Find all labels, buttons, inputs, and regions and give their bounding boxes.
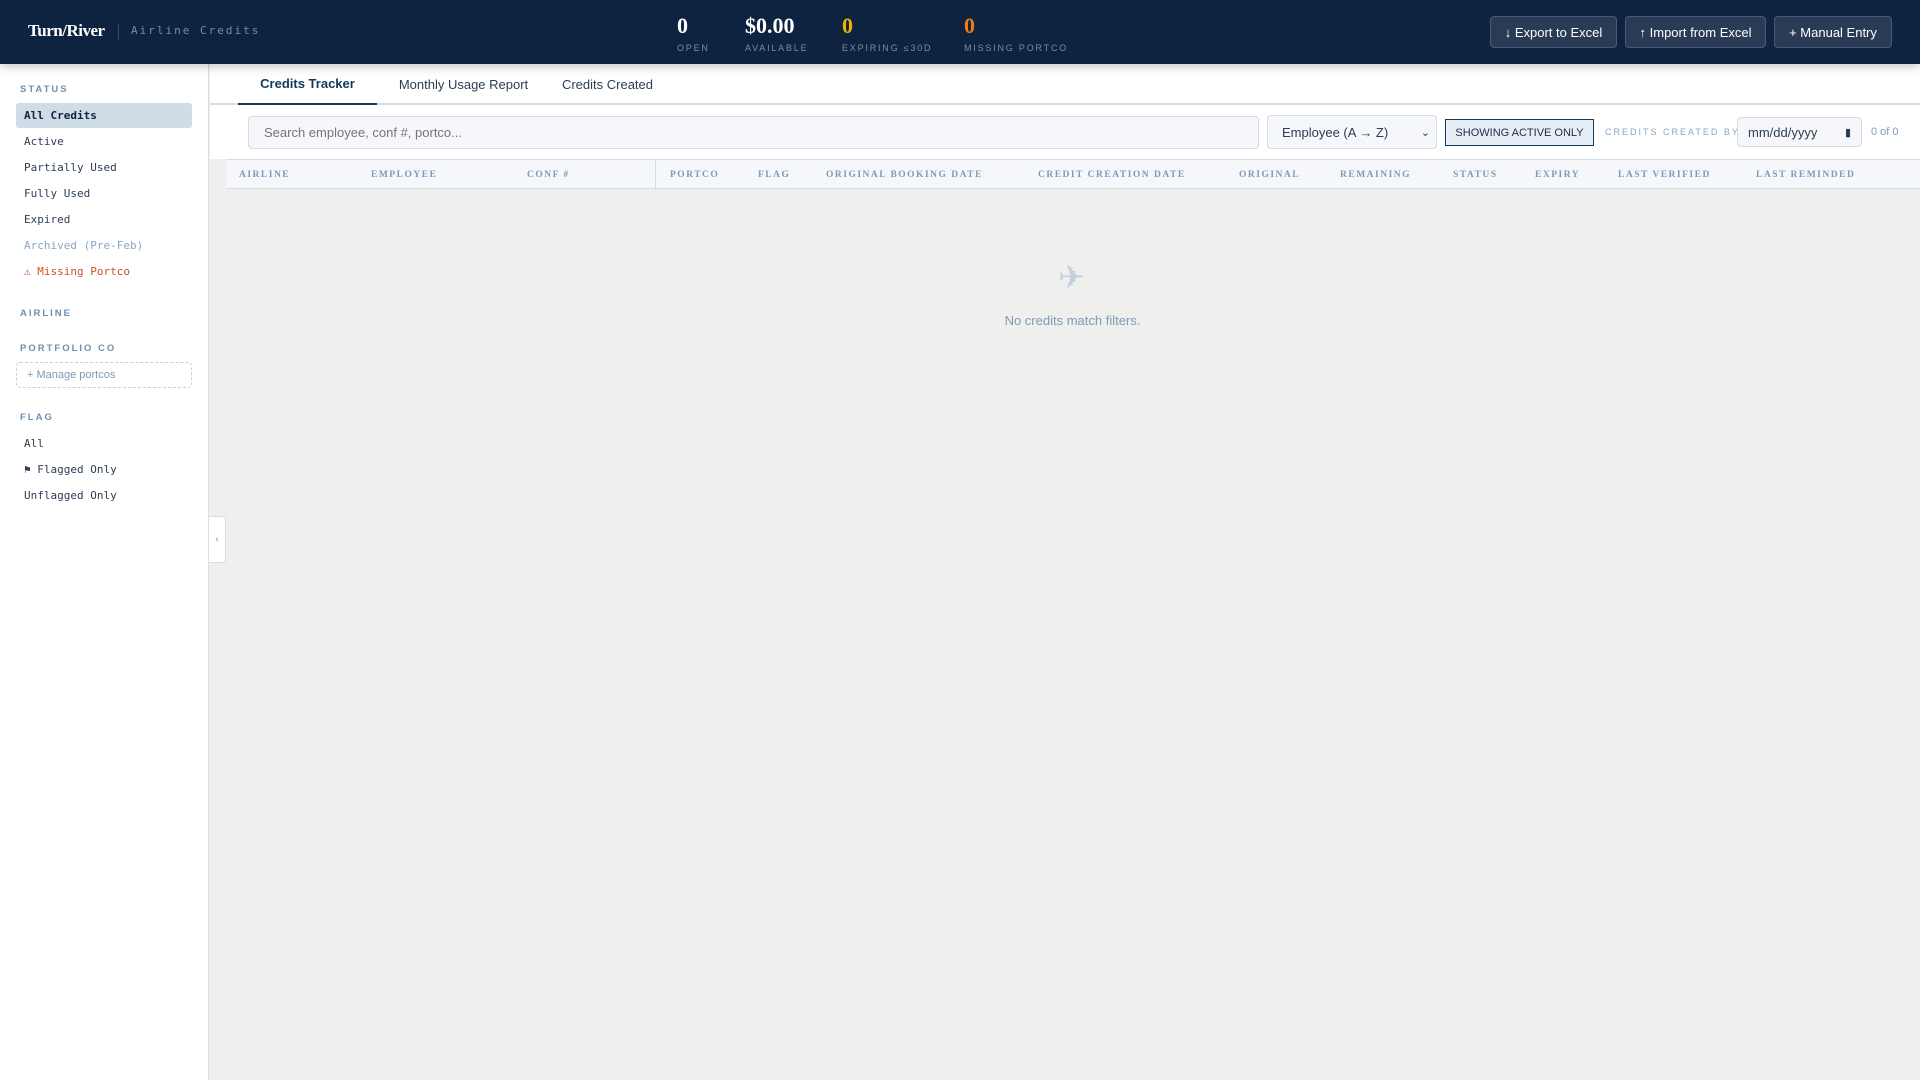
col-original-booking-date[interactable]: ORIGINAL BOOKING DATE — [826, 170, 983, 180]
filter-toolbar: Employee (A → Z) ⌄ SHOWING ACTIVE ONLY CR… — [210, 105, 1920, 159]
col-last-reminded[interactable]: LAST REMINDED — [1756, 170, 1855, 180]
col-last-verified[interactable]: LAST VERIFIED — [1618, 170, 1711, 180]
col-expiry[interactable]: EXPIRY — [1535, 170, 1580, 180]
stat-value: 0 — [677, 13, 688, 38]
app-header: Turn/River Airline Credits 0 OPEN $0.00 AV… — [0, 0, 1920, 64]
stat-open: 0 OPEN — [677, 13, 710, 54]
column-divider — [655, 160, 656, 189]
col-remaining[interactable]: REMAINING — [1340, 170, 1411, 180]
table-header: AIRLINE EMPLOYEE CONF # PORTCO FLAG ORIG… — [226, 159, 1920, 189]
col-portco[interactable]: PORTCO — [670, 170, 719, 180]
sort-value: Employee (A → Z) — [1282, 124, 1389, 140]
stat-expiring: 0 EXPIRING ≤30D — [842, 13, 933, 54]
export-excel-button[interactable]: ↓ Export to Excel — [1490, 16, 1617, 48]
col-conf[interactable]: CONF # — [527, 170, 570, 180]
stat-label: EXPIRING ≤30D — [842, 43, 933, 53]
date-input[interactable]: mm/dd/yyyy ▮ — [1737, 117, 1862, 147]
result-count: 0 of 0 — [1871, 126, 1899, 138]
app-subtitle: Airline Credits — [118, 24, 260, 40]
calendar-icon[interactable]: ▮ — [1845, 126, 1851, 139]
tab-bar: Credits Tracker Monthly Usage Report Cre… — [210, 64, 1920, 105]
col-credit-creation-date[interactable]: CREDIT CREATION DATE — [1038, 170, 1186, 180]
status-section-title: STATUS — [20, 84, 69, 95]
date-placeholder: mm/dd/yyyy — [1748, 124, 1818, 140]
stat-value: $0.00 — [745, 13, 795, 38]
created-by-label: CREDITS CREATED BY — [1605, 127, 1740, 137]
manual-entry-button[interactable]: + Manual Entry — [1774, 16, 1892, 48]
status-all-credits[interactable]: All Credits — [16, 103, 192, 128]
col-airline[interactable]: AIRLINE — [239, 170, 290, 180]
status-missing-portco[interactable]: ⚠ Missing Portco — [16, 259, 192, 284]
import-excel-button[interactable]: ↑ Import from Excel — [1625, 16, 1766, 48]
flag-unflagged-only[interactable]: Unflagged Only — [16, 483, 192, 508]
tab-monthly-usage-report[interactable]: Monthly Usage Report — [386, 64, 541, 105]
flag-section-title: FLAG — [20, 412, 54, 423]
manage-portcos-button[interactable]: + Manage portcos — [16, 362, 192, 388]
stat-label: AVAILABLE — [745, 43, 809, 53]
brand-logo: Turn/River — [28, 21, 105, 40]
col-flag[interactable]: FLAG — [758, 170, 790, 180]
flag-all[interactable]: All — [16, 431, 192, 456]
portfolio-section-title: PORTFOLIO CO — [20, 343, 117, 354]
status-archived[interactable]: Archived (Pre-Feb) — [16, 233, 192, 258]
stat-missing-portco: 0 MISSING PORTCO — [964, 13, 1069, 54]
col-employee[interactable]: EMPLOYEE — [371, 170, 437, 180]
status-active[interactable]: Active — [16, 129, 192, 154]
empty-state-message: No credits match filters. — [1004, 313, 1141, 328]
stat-label: MISSING PORTCO — [964, 43, 1069, 53]
stat-available: $0.00 AVAILABLE — [745, 13, 809, 54]
stat-label: OPEN — [677, 43, 710, 53]
tab-credits-created[interactable]: Credits Created — [550, 64, 665, 105]
col-status[interactable]: STATUS — [1453, 170, 1498, 180]
sidebar: STATUS All Credits Active Partially Used… — [0, 64, 209, 1080]
sort-select[interactable]: Employee (A → Z) ⌄ — [1267, 115, 1437, 149]
status-expired[interactable]: Expired — [16, 207, 192, 232]
active-only-toggle[interactable]: SHOWING ACTIVE ONLY — [1445, 119, 1594, 146]
col-original[interactable]: ORIGINAL — [1239, 170, 1300, 180]
collapse-sidebar-button[interactable]: ‹ — [209, 516, 226, 563]
flag-flagged-only[interactable]: ⚑ Flagged Only — [16, 457, 192, 482]
status-fully-used[interactable]: Fully Used — [16, 181, 192, 206]
status-partially-used[interactable]: Partially Used — [16, 155, 192, 180]
stat-value: 0 — [964, 13, 975, 38]
search-input[interactable] — [248, 116, 1259, 149]
chevron-down-icon: ⌄ — [1420, 126, 1430, 139]
stat-value: 0 — [842, 13, 853, 38]
tab-credits-tracker[interactable]: Credits Tracker — [238, 64, 377, 105]
airplane-icon: ✈ — [1058, 259, 1085, 295]
